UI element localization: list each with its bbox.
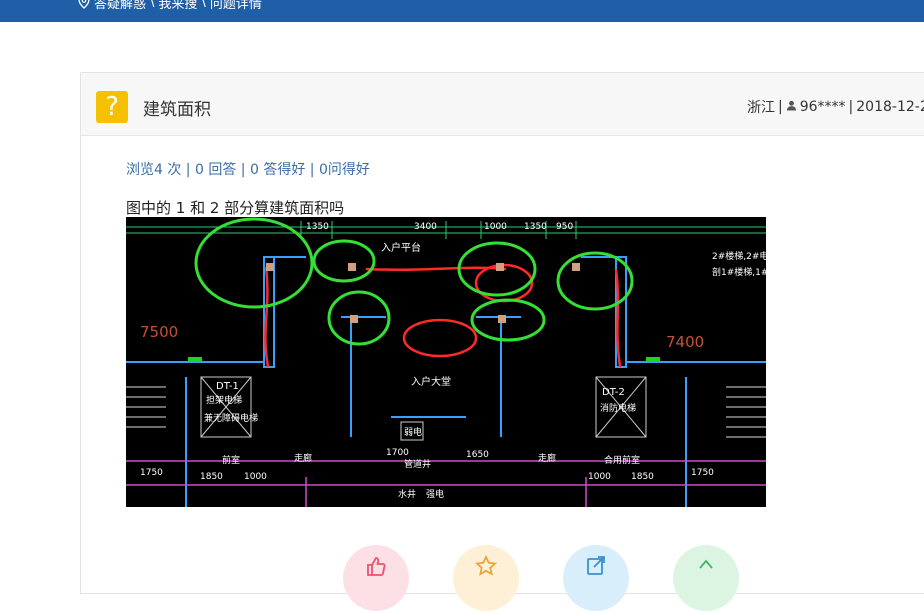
cad-drawing-image[interactable]: 入户平台 入户大堂 DT-1 担架电梯 兼无障碍电梯 DT-2 消防电梯 弱电 … (126, 217, 766, 507)
stat-good-questions: 0问得好 (318, 162, 370, 178)
favorite-button[interactable] (453, 545, 519, 611)
question-header: ? 建筑面积 浙江 | 96**** | 2018-12-22 (81, 73, 924, 136)
share-icon (585, 545, 607, 581)
drawing-label: 7400 (666, 333, 704, 351)
breadcrumb-item-search[interactable]: 我来搜 (158, 0, 197, 12)
drawing-dim: 1000 (244, 472, 267, 482)
star-icon (474, 545, 498, 581)
drawing-dim: 1000 (484, 222, 507, 232)
question-date: 2018-12-22 (856, 99, 924, 115)
meta-separator: | (778, 99, 783, 115)
question-card: ? 建筑面积 浙江 | 96**** | 2018-12-22 浏览4 次 | … (80, 72, 924, 611)
stat-good-answers: 0 答得好 (249, 162, 306, 178)
drawing-dim: 1850 (631, 472, 654, 482)
drawing-label: 消防电梯 (600, 402, 636, 414)
drawing-dim: 1850 (200, 472, 223, 482)
drawing-label: 7500 (140, 323, 178, 341)
drawing-label: 剖1#楼梯,1# (712, 266, 766, 278)
drawing-dim: 1350 (306, 222, 329, 232)
drawing-label: 走廊 (538, 452, 556, 464)
drawing-label: 前室 (222, 454, 240, 466)
drawing-label: 2#楼梯,2#电梯 (712, 250, 766, 262)
question-body: 图中的 1 和 2 部分算建筑面积吗 (126, 199, 345, 217)
drawing-label: 入户大堂 (411, 375, 451, 388)
breadcrumb-separator: \ (150, 0, 155, 10)
drawing-label: 兼无障碍电梯 (204, 412, 258, 424)
share-button[interactable] (563, 545, 629, 611)
drawing-dim: 1650 (466, 450, 489, 460)
breadcrumb-separator: \ (201, 0, 206, 10)
question-user[interactable]: 96**** (800, 99, 846, 115)
stat-separator: | (181, 162, 195, 178)
up-button[interactable] (673, 545, 739, 611)
drawing-dim: 1000 (588, 472, 611, 482)
breadcrumb: 答疑解惑 \ 我来搜 \ 问题详情 (78, 0, 262, 12)
question-region: 浙江 (747, 100, 775, 116)
drawing-dim: 1750 (140, 468, 163, 478)
thumbs-up-icon (365, 545, 387, 581)
drawing-label: DT-2 (602, 387, 625, 398)
question-stats: 浏览4 次 | 0 回答 | 0 答得好 | 0问得好 (126, 159, 370, 179)
drawing-label: 弱电 (404, 426, 422, 438)
question-mark-icon: ? (96, 91, 128, 123)
stat-separator: | (305, 162, 319, 178)
drawing-label: DT-1 (216, 381, 239, 392)
like-button[interactable] (343, 545, 409, 611)
question-title: 建筑面积 (143, 100, 211, 120)
drawing-dim: 1350 (524, 222, 547, 232)
drawing-dim: 3400 (414, 222, 437, 232)
drawing-label: 担架电梯 (206, 394, 242, 406)
stat-views: 浏览4 次 (126, 162, 182, 178)
drawing-label: 合用前室 (604, 454, 640, 466)
stat-separator: | (236, 162, 250, 178)
location-pin-icon (78, 0, 90, 9)
arrow-up-icon (695, 545, 717, 581)
drawing-label: 入户平台 (381, 241, 421, 254)
drawing-dim: 950 (556, 222, 573, 232)
drawing-dim: 1700 (386, 448, 409, 458)
breadcrumb-item-detail: 问题详情 (209, 0, 262, 12)
breadcrumb-item-qa[interactable]: 答疑解惑 (94, 0, 146, 12)
drawing-label: 水井 (398, 488, 416, 500)
top-header: 答疑解惑 \ 我来搜 \ 问题详情 (0, 0, 924, 22)
drawing-dim: 1750 (691, 468, 714, 478)
user-icon (786, 99, 797, 115)
drawing-label: 强电 (426, 488, 444, 500)
drawing-label: 管道井 (404, 458, 431, 470)
stat-answers: 0 回答 (194, 162, 237, 178)
meta-separator: | (848, 99, 854, 115)
drawing-label: 走廊 (294, 452, 312, 464)
question-meta: 浙江 | 96**** | 2018-12-22 (747, 97, 924, 117)
